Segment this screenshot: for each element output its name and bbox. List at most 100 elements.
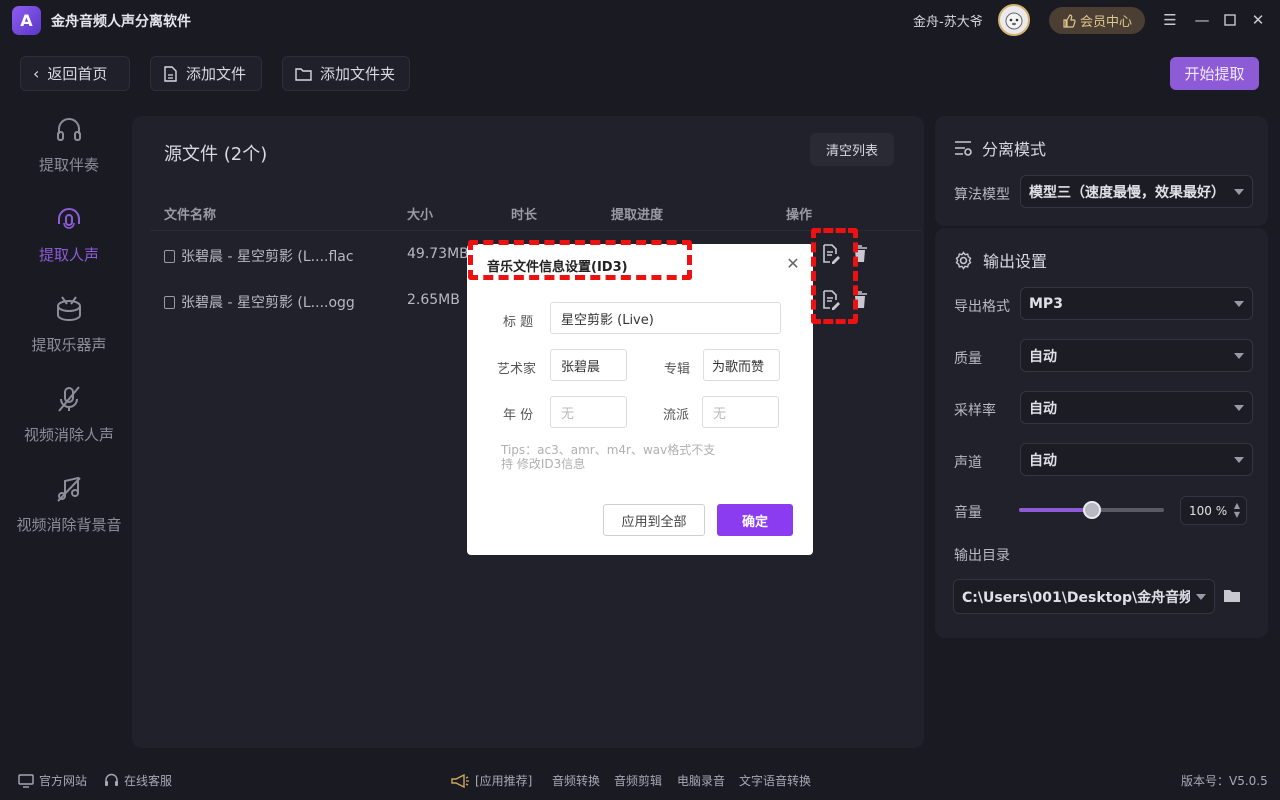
- megaphone-icon: [451, 773, 469, 788]
- volume-input[interactable]: 100 % ▲ ▼: [1180, 496, 1247, 525]
- add-file-button[interactable]: 添加文件: [150, 56, 262, 91]
- close-icon: ✕: [1251, 11, 1265, 29]
- stepper-icon[interactable]: ▲ ▼: [1234, 501, 1240, 519]
- artist-input-value: 张碧晨: [561, 359, 601, 375]
- genre-input[interactable]: 无: [702, 396, 779, 428]
- chevron-left-icon: ‹: [33, 64, 40, 83]
- dialog-close-button[interactable]: ✕: [784, 253, 802, 273]
- highlight-edit-buttons: [811, 228, 858, 324]
- vip-center-button[interactable]: 会员中心: [1049, 7, 1145, 34]
- column-header-actions: 操作: [786, 208, 813, 223]
- avatar[interactable]: [998, 4, 1030, 36]
- sidebar-item-label: 视频消除人声: [23, 426, 114, 444]
- genre-field-label: 流派: [663, 408, 690, 423]
- add-folder-label: 添加文件夹: [320, 65, 396, 83]
- channel-select[interactable]: 自动: [1020, 443, 1253, 476]
- output-dir-select[interactable]: C:\Users\001\Desktop\金舟音频人: [953, 579, 1215, 614]
- official-website-label: 官方网站: [39, 774, 88, 788]
- file-name: 张碧晨 - 星空剪影 (L....ogg: [181, 295, 355, 311]
- genre-input-placeholder: 无: [713, 406, 727, 422]
- add-folder-button[interactable]: 添加文件夹: [282, 56, 410, 91]
- version-label: 版本号：V5.0.5: [1181, 774, 1268, 788]
- footer-link-tts[interactable]: 文字语音转换: [739, 772, 811, 789]
- artist-field-label: 艺术家: [497, 362, 537, 377]
- folder-icon: [295, 67, 312, 81]
- sliders-icon: [955, 141, 972, 156]
- format-label: 导出格式: [954, 299, 1010, 315]
- app-logo-text: A: [20, 11, 33, 30]
- chevron-down-icon: [1196, 593, 1206, 600]
- chevron-down-icon: [1234, 352, 1244, 359]
- channel-value: 自动: [1029, 452, 1057, 469]
- app-logo: A: [12, 6, 41, 35]
- audio-file-icon: [164, 296, 175, 309]
- volume-slider-handle[interactable]: [1082, 501, 1101, 519]
- menu-button[interactable]: ☰: [1160, 10, 1180, 30]
- gear-icon: [955, 250, 972, 270]
- sidebar-item-extract-instrument[interactable]: 提取乐器声: [0, 292, 138, 355]
- app-recommend: [应用推荐]: [450, 772, 532, 789]
- year-input[interactable]: 无: [550, 396, 627, 428]
- output-title: 输出设置: [954, 248, 1047, 272]
- sidebar-item-extract-vocal[interactable]: 提取人声: [0, 202, 138, 265]
- start-extract-button[interactable]: 开始提取: [1170, 57, 1259, 90]
- dialog-tips: Tips：ac3、amr、m4r、wav格式不支持 修改ID3信息: [501, 443, 716, 471]
- sidebar-item-video-remove-background[interactable]: 视频消除背景音: [0, 472, 138, 535]
- sidebar-item-label: 视频消除背景音: [16, 516, 122, 534]
- recommend-label: [应用推荐]: [475, 774, 533, 788]
- table-row[interactable]: 张碧晨 - 星空剪影 (L....flac: [164, 246, 354, 266]
- output-dir-value: C:\Users\001\Desktop\金舟音频人: [962, 589, 1190, 606]
- model-label: 算法模型: [954, 187, 1010, 203]
- chevron-down-icon: [1234, 456, 1244, 463]
- online-support-link[interactable]: 在线客服: [104, 772, 172, 789]
- column-header-progress: 提取进度: [611, 208, 664, 223]
- back-home-button[interactable]: ‹ 返回首页: [20, 56, 130, 91]
- album-input[interactable]: 为歌而赞: [703, 349, 780, 381]
- title-input[interactable]: 星空剪影 (Live): [550, 302, 781, 334]
- clear-list-button[interactable]: 清空列表: [810, 133, 894, 166]
- sidebar-item-label: 提取伴奏: [38, 156, 99, 174]
- footer-link-pc-record[interactable]: 电脑录音: [677, 772, 725, 789]
- separation-title-label: 分离模式: [982, 140, 1047, 159]
- footer-link-audio-convert[interactable]: 音频转换: [552, 772, 600, 789]
- add-file-label: 添加文件: [186, 65, 247, 83]
- format-value: MP3: [1029, 295, 1063, 312]
- drum-icon: [52, 292, 86, 326]
- thumbs-up-icon: [1063, 13, 1076, 28]
- online-support-label: 在线客服: [124, 774, 173, 788]
- chevron-down-icon: [1234, 300, 1244, 307]
- format-select[interactable]: MP3: [1020, 287, 1253, 320]
- model-select[interactable]: 模型三（速度最慢，效果最好）: [1020, 175, 1253, 208]
- apply-to-all-button[interactable]: 应用到全部: [603, 504, 705, 536]
- menu-icon: ☰: [1163, 11, 1177, 29]
- album-field-label: 专辑: [664, 362, 691, 377]
- table-row[interactable]: 张碧晨 - 星空剪影 (L....ogg: [164, 292, 355, 312]
- vip-center-label: 会员中心: [1079, 15, 1132, 30]
- minimize-button[interactable]: —: [1192, 10, 1212, 30]
- confirm-button[interactable]: 确定: [717, 504, 793, 536]
- separation-panel: [935, 116, 1268, 226]
- footer-link-audio-edit[interactable]: 音频剪辑: [614, 772, 662, 789]
- music-off-icon: [52, 472, 86, 506]
- official-website-link[interactable]: 官方网站: [18, 772, 87, 789]
- vocal-headphones-icon: [52, 202, 86, 236]
- sidebar-item-extract-accompaniment[interactable]: 提取伴奏: [0, 112, 138, 175]
- browse-folder-button[interactable]: [1223, 588, 1241, 607]
- column-header-size: 大小: [407, 208, 434, 223]
- column-header-duration: 时长: [511, 208, 538, 223]
- maximize-button[interactable]: [1220, 10, 1240, 30]
- close-icon: ✕: [786, 253, 800, 273]
- column-header-name: 文件名称: [164, 208, 217, 223]
- output-title-label: 输出设置: [983, 252, 1048, 271]
- sidebar-item-video-remove-vocal[interactable]: 视频消除人声: [0, 382, 138, 445]
- headphones-icon: [52, 112, 86, 146]
- sidebar-item-label: 提取乐器声: [31, 336, 107, 354]
- samplerate-select[interactable]: 自动: [1020, 391, 1253, 424]
- header-divider: [150, 230, 922, 231]
- close-window-button[interactable]: ✕: [1248, 10, 1268, 30]
- audio-file-icon: [164, 250, 175, 263]
- model-value: 模型三（速度最慢，效果最好）: [1029, 184, 1225, 201]
- quality-select[interactable]: 自动: [1020, 339, 1253, 372]
- year-field-label: 年 份: [503, 408, 534, 423]
- artist-input[interactable]: 张碧晨: [550, 349, 627, 381]
